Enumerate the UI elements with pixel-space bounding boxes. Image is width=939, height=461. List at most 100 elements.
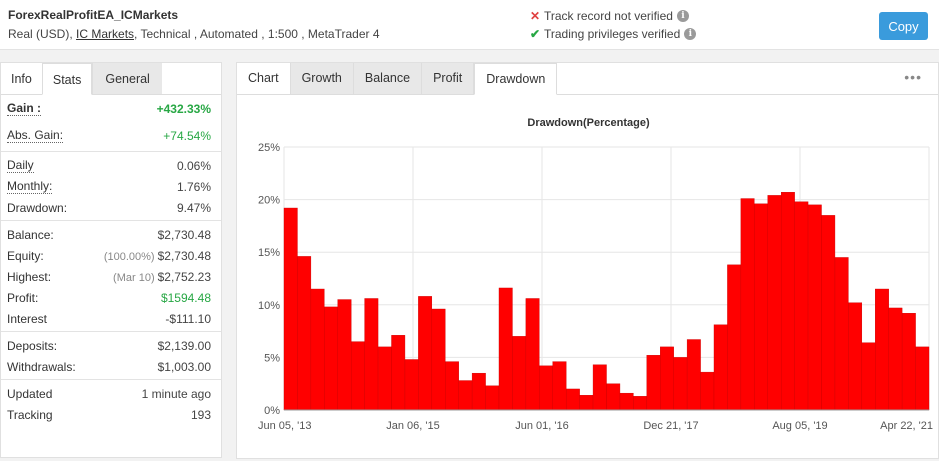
stat-value: -$111.10 — [165, 311, 211, 326]
stat-value: +74.54% — [163, 128, 211, 143]
drawdown-bar — [700, 371, 715, 411]
stat-tracking: Tracking 193 — [1, 404, 221, 425]
x-tick-label: Jun 01, '16 — [515, 420, 568, 432]
x-tick-label: Aug 05, '19 — [772, 420, 827, 432]
drawdown-bar — [512, 336, 527, 411]
trading-privileges-status: ✔ Trading privileges verified i — [529, 27, 697, 41]
stat-label: Drawdown: — [7, 200, 68, 215]
drawdown-bar — [673, 357, 688, 411]
x-tick-label: Dec 21, '17 — [643, 420, 698, 432]
stat-value: 1 minute ago — [141, 386, 211, 401]
drawdown-bar — [646, 355, 661, 411]
y-tick-label: 20% — [258, 195, 280, 207]
stat-daily: Daily 0.06% — [1, 155, 221, 176]
account-header: ForexRealProfitEA_ICMarkets Real (USD), … — [0, 0, 939, 50]
x-tick-label: Jun 05, '13 — [258, 420, 311, 432]
stat-gain: Gain : +432.33% — [1, 98, 221, 119]
account-details: , Technical , Automated , 1:500 , MetaTr… — [134, 27, 380, 41]
tab-stats[interactable]: Stats — [41, 63, 93, 95]
drawdown-bar — [619, 392, 634, 411]
drawdown-bar — [498, 287, 513, 411]
drawdown-bar — [310, 288, 325, 411]
stat-note: (Mar 10) — [113, 271, 155, 284]
stat-highest: Highest: (Mar 10) $2,752.23 — [1, 266, 221, 287]
chart-panel: Chart Growth Balance Profit Drawdown •••… — [236, 62, 939, 459]
drawdown-bar — [445, 361, 459, 411]
account-type: Real (USD), — [8, 27, 77, 41]
drawdown-bar — [888, 307, 903, 411]
copy-button[interactable]: Copy — [879, 12, 928, 40]
drawdown-bar — [579, 395, 594, 411]
stat-drawdown: Drawdown: 9.47% — [1, 197, 221, 218]
broker-link[interactable]: IC Markets — [76, 27, 134, 41]
stat-updated: Updated 1 minute ago — [1, 383, 221, 404]
account-title: ForexRealProfitEA_ICMarkets — [8, 8, 179, 22]
info-icon[interactable]: i — [676, 10, 689, 22]
divider — [1, 379, 221, 380]
stat-label: Equity: — [7, 248, 44, 263]
drawdown-bar — [337, 299, 352, 411]
drawdown-bar — [633, 396, 648, 411]
x-tick-label: Apr 22, '21 — [880, 420, 933, 432]
drawdown-bar — [418, 296, 433, 411]
drawdown-bar — [807, 204, 822, 411]
drawdown-chart: 0% 5% 10% 15% 20% 25% Jun 05, '13 Jan 06, '15 Ju… — [258, 142, 933, 432]
drawdown-bar — [350, 341, 365, 411]
cross-icon: ✕ — [529, 9, 541, 23]
drawdown-bar — [539, 365, 553, 411]
stat-value: 1.76% — [176, 179, 211, 194]
x-tick-label: Jan 06, '15 — [386, 420, 439, 432]
drawdown-bar — [794, 201, 809, 411]
stat-value: +432.33% — [156, 101, 211, 116]
stat-balance: Balance: $2,730.48 — [1, 224, 221, 245]
drawdown-bar — [525, 298, 540, 411]
drawdown-bar — [861, 342, 876, 411]
stat-label: Withdrawals: — [7, 359, 76, 374]
divider — [1, 220, 221, 221]
drawdown-bar — [901, 313, 916, 411]
stat-label[interactable]: Monthly: — [7, 179, 53, 194]
drawdown-bar — [740, 198, 755, 411]
drawdown-bar — [606, 383, 621, 411]
drawdown-bar — [834, 257, 849, 411]
stat-deposits: Deposits: $2,139.00 — [1, 335, 221, 356]
stat-label[interactable]: Daily — [7, 158, 34, 173]
drawdown-bar — [391, 335, 406, 411]
drawdown-bar — [377, 346, 392, 411]
stat-label[interactable]: Gain : — [7, 101, 42, 116]
stat-value: 0.06% — [176, 158, 211, 173]
info-icon[interactable]: i — [684, 28, 697, 40]
stat-note: (100.00%) — [103, 250, 155, 263]
drawdown-bar — [660, 346, 674, 411]
stat-amount: $2,730.48 — [157, 248, 211, 263]
tab-general[interactable]: General — [92, 63, 162, 94]
stat-value: $1,003.00 — [157, 359, 211, 374]
divider — [1, 151, 221, 152]
stat-value: $2,730.48 — [157, 227, 211, 242]
drawdown-bar — [364, 298, 379, 411]
stat-value: $1594.48 — [160, 290, 211, 305]
drawdown-bar — [875, 288, 889, 411]
stats-tabs: Info Stats General — [1, 63, 221, 95]
drawdown-bar — [767, 195, 782, 411]
track-record-status: ✕ Track record not verified i — [529, 9, 689, 23]
tab-info[interactable]: Info — [1, 63, 42, 94]
drawdown-bar — [283, 207, 298, 411]
drawdown-bar — [404, 359, 419, 411]
y-tick-label: 0% — [264, 405, 280, 417]
stat-label: Highest: — [7, 269, 52, 284]
stat-label[interactable]: Abs. Gain: — [7, 128, 64, 143]
y-tick-label: 25% — [258, 142, 280, 154]
drawdown-bar — [713, 324, 728, 411]
drawdown-bar — [458, 380, 473, 411]
stat-value: 193 — [190, 407, 211, 422]
drawdown-bar — [592, 364, 607, 411]
drawdown-bar — [297, 256, 312, 411]
stat-monthly: Monthly: 1.76% — [1, 176, 221, 197]
stat-label: Updated — [7, 386, 53, 401]
stat-label: Interest — [7, 311, 48, 326]
drawdown-bar — [727, 264, 742, 411]
drawdown-bar — [565, 388, 580, 411]
drawdown-bar — [848, 302, 863, 411]
stat-label: Tracking — [7, 407, 53, 422]
